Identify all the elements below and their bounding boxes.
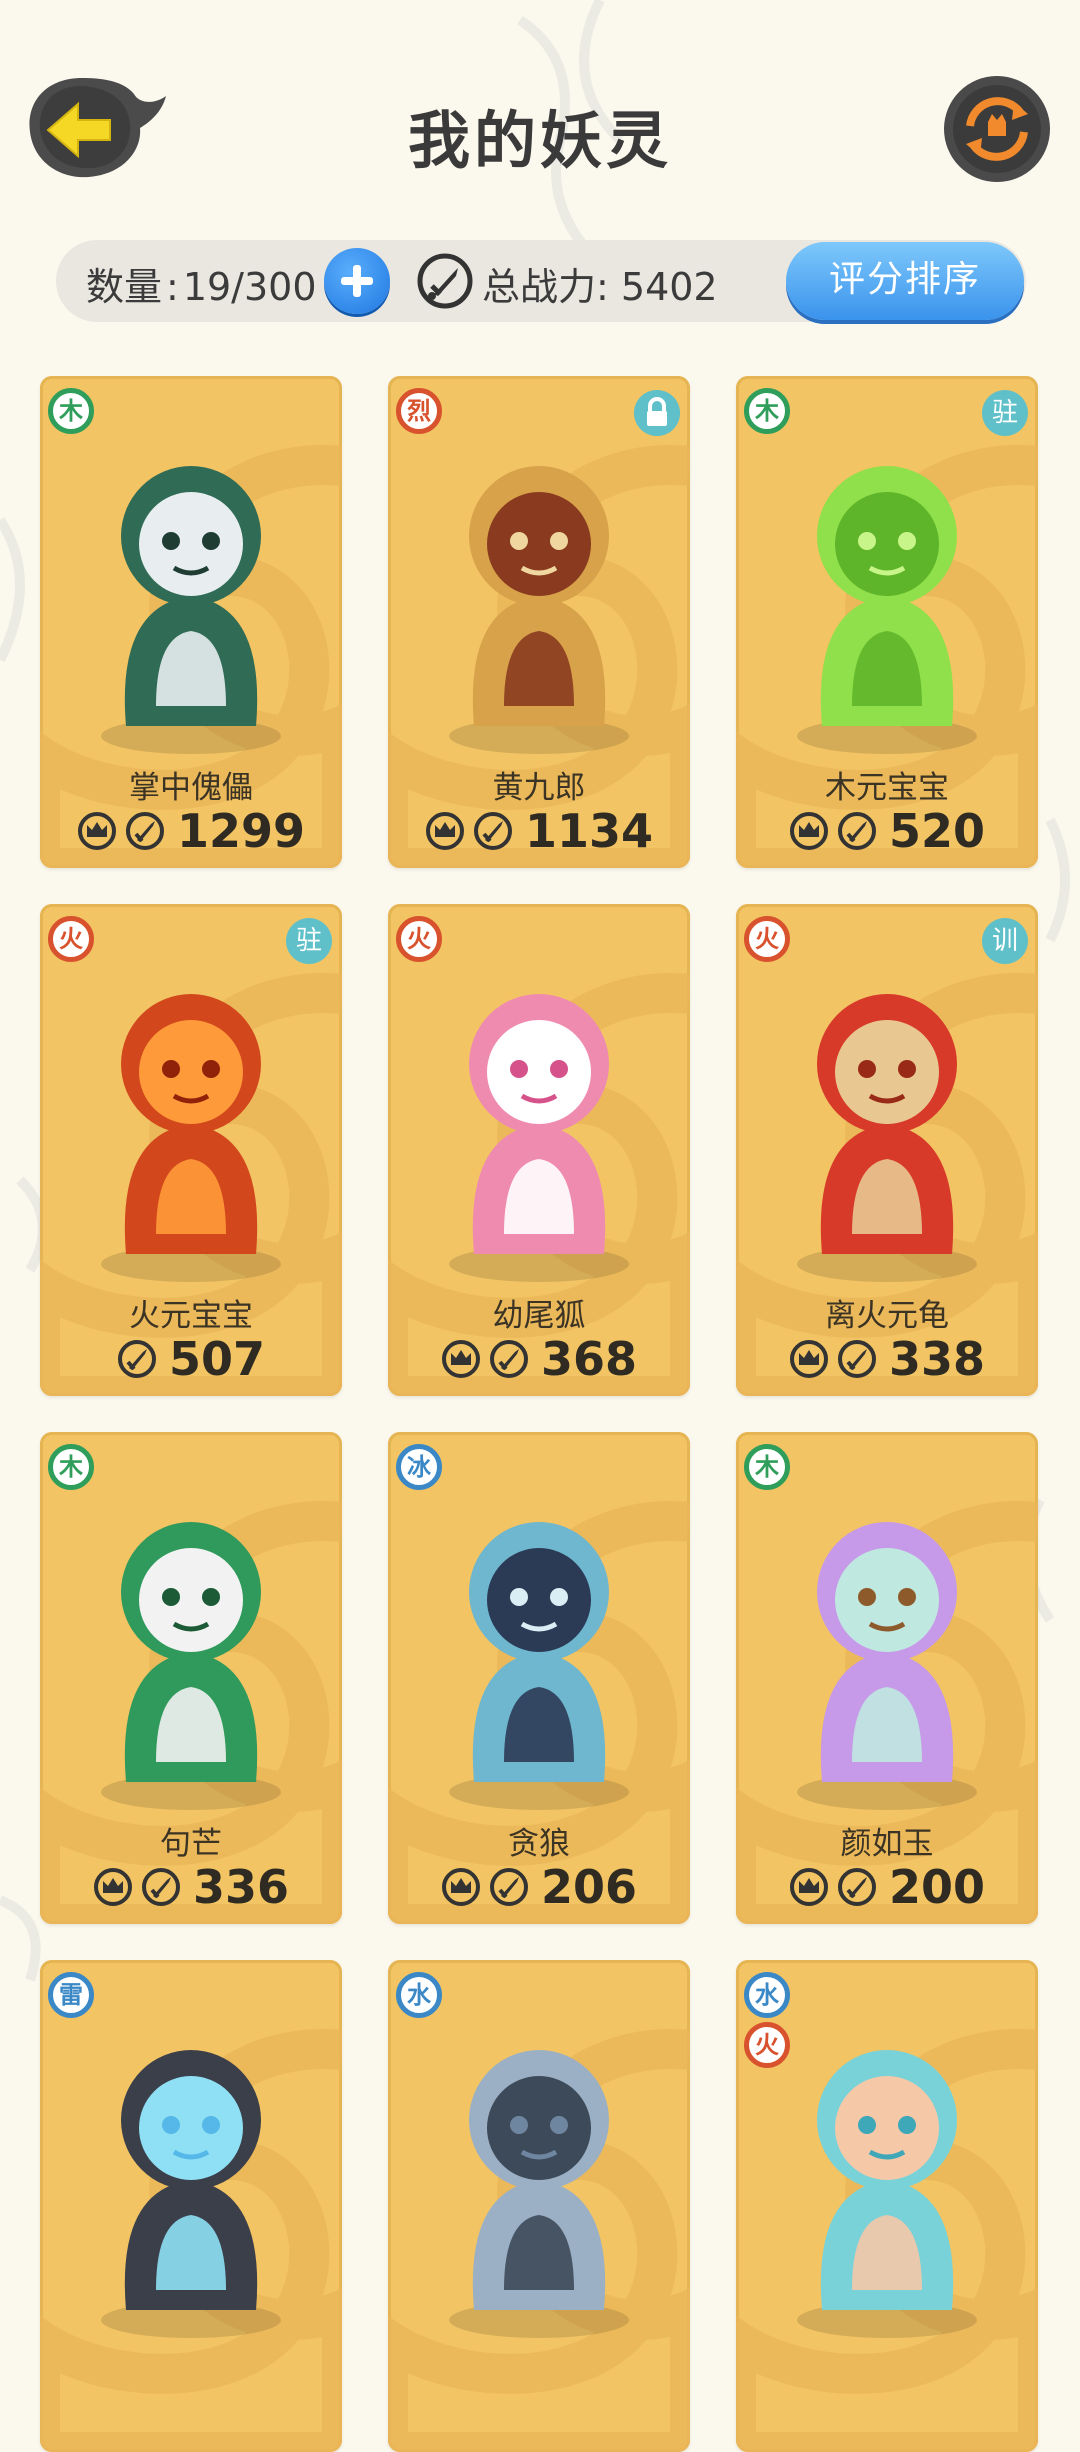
monster-name: 黄九郎 <box>492 770 586 806</box>
monster-portrait <box>101 1522 281 1810</box>
combat-power-icon <box>417 253 473 309</box>
total-power: 总战力: 5402 <box>482 265 718 309</box>
power-value: 5402 <box>620 265 718 309</box>
sword-icon <box>837 1340 876 1378</box>
sword-icon <box>837 812 876 850</box>
monster-portrait <box>449 466 629 754</box>
power-row: 507 <box>40 1332 342 1386</box>
monster-card[interactable]: 水 <box>388 1960 690 2452</box>
monster-portrait <box>797 466 977 754</box>
count-label: 数量 <box>86 265 163 309</box>
crown-icon <box>425 812 464 850</box>
status-badge: 驻 <box>286 918 332 964</box>
monster-power: 338 <box>888 1332 986 1386</box>
monster-name: 离火元龟 <box>825 1298 949 1334</box>
stats-bar: 数量:19/300 总战力: 5402 评分排序 <box>56 240 1026 322</box>
element-badge: 木 <box>744 388 790 434</box>
monster-card[interactable]: 火 训离火元龟 338 <box>736 904 1038 1396</box>
monster-card[interactable]: 木掌中傀儡 1299 <box>40 376 342 868</box>
monster-name: 贪狼 <box>508 1826 570 1862</box>
sword-icon <box>141 1868 180 1906</box>
monster-power: 1299 <box>176 804 306 858</box>
sword-icon <box>473 812 512 850</box>
page-title: 我的妖灵 <box>407 104 672 177</box>
monster-portrait <box>449 1522 629 1810</box>
sword-icon <box>117 1340 156 1378</box>
monster-card[interactable]: 烈黄九郎 1134 <box>388 376 690 868</box>
power-row: 338 <box>736 1332 1038 1386</box>
count-value: 19/300 <box>182 265 317 309</box>
monster-power: 200 <box>888 1860 986 1914</box>
monster-name: 幼尾狐 <box>492 1298 586 1334</box>
element-badge: 水 <box>744 1972 790 2018</box>
monster-card[interactable]: 木 驻木元宝宝 520 <box>736 376 1038 868</box>
element-badge: 雷 <box>48 1972 94 2018</box>
monster-card[interactable]: 水火 <box>736 1960 1038 2452</box>
sword-icon <box>837 1868 876 1906</box>
monster-portrait <box>797 994 977 1282</box>
crown-icon <box>77 812 116 850</box>
power-row: 206 <box>388 1860 690 1914</box>
sort-by-score-button[interactable]: 评分排序 <box>786 242 1024 320</box>
element-badge: 火 <box>744 916 790 962</box>
monster-card[interactable]: 木颜如玉 200 <box>736 1432 1038 1924</box>
monster-count: 数量:19/300 <box>86 265 317 309</box>
monster-name: 火元宝宝 <box>129 1298 253 1334</box>
monster-card[interactable]: 火 驻火元宝宝 507 <box>40 904 342 1396</box>
element-badge: 烈 <box>396 388 442 434</box>
element-badge: 火 <box>48 916 94 962</box>
sword-icon <box>489 1340 528 1378</box>
element-badge: 水 <box>396 1972 442 2018</box>
monster-portrait <box>101 2050 281 2338</box>
element-badge: 木 <box>48 388 94 434</box>
monster-name: 木元宝宝 <box>825 770 949 806</box>
monster-portrait <box>449 994 629 1282</box>
element-badge: 冰 <box>396 1444 442 1490</box>
power-row: 1299 <box>40 804 342 858</box>
monster-power: 520 <box>888 804 986 858</box>
monster-card[interactable]: 冰贪狼 206 <box>388 1432 690 1924</box>
monster-portrait <box>101 466 281 754</box>
element-badge: 火 <box>396 916 442 962</box>
monster-card[interactable]: 火幼尾狐 368 <box>388 904 690 1396</box>
monster-power: 336 <box>192 1860 290 1914</box>
monster-power: 206 <box>540 1860 638 1914</box>
power-row: 1134 <box>388 804 690 858</box>
monster-portrait <box>449 2050 629 2338</box>
power-row: 336 <box>40 1860 342 1914</box>
element-badge: 木 <box>744 1444 790 1490</box>
power-row: 520 <box>736 804 1038 858</box>
monster-name: 颜如玉 <box>840 1826 934 1862</box>
refresh-swap-icon <box>944 76 1050 182</box>
crown-icon <box>789 1868 828 1906</box>
monster-power: 1134 <box>524 804 654 858</box>
crown-icon <box>789 1340 828 1378</box>
monster-name: 掌中傀儡 <box>129 770 253 806</box>
crown-icon <box>441 1868 480 1906</box>
monster-power: 368 <box>540 1332 638 1386</box>
crown-icon <box>93 1868 132 1906</box>
power-label: 总战力 <box>482 265 597 309</box>
switch-button[interactable] <box>942 74 1052 184</box>
crown-icon <box>441 1340 480 1378</box>
monster-name: 句芒 <box>160 1826 222 1862</box>
add-capacity-button[interactable] <box>324 248 390 314</box>
status-badge: 训 <box>982 918 1028 964</box>
monster-portrait <box>101 994 281 1282</box>
monster-power: 507 <box>168 1332 266 1386</box>
sword-icon <box>125 812 164 850</box>
crown-icon <box>789 812 828 850</box>
lock-icon[interactable] <box>634 390 680 436</box>
element-badge: 木 <box>48 1444 94 1490</box>
element-badge: 火 <box>744 2022 790 2068</box>
monster-card[interactable]: 木句芒 336 <box>40 1432 342 1924</box>
monster-card[interactable]: 雷 <box>40 1960 342 2452</box>
sword-icon <box>489 1868 528 1906</box>
power-row: 368 <box>388 1332 690 1386</box>
power-row: 200 <box>736 1860 1038 1914</box>
monster-portrait <box>797 1522 977 1810</box>
status-badge: 驻 <box>982 390 1028 436</box>
